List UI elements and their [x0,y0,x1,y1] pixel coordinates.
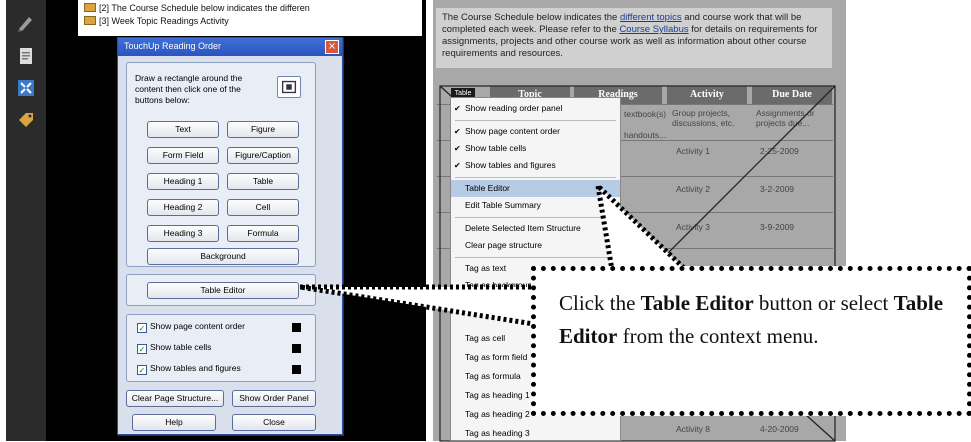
instruction-callout: Click the Table Editor button or select … [531,266,971,416]
callout-text: Click the Table Editor button or select … [559,291,944,348]
